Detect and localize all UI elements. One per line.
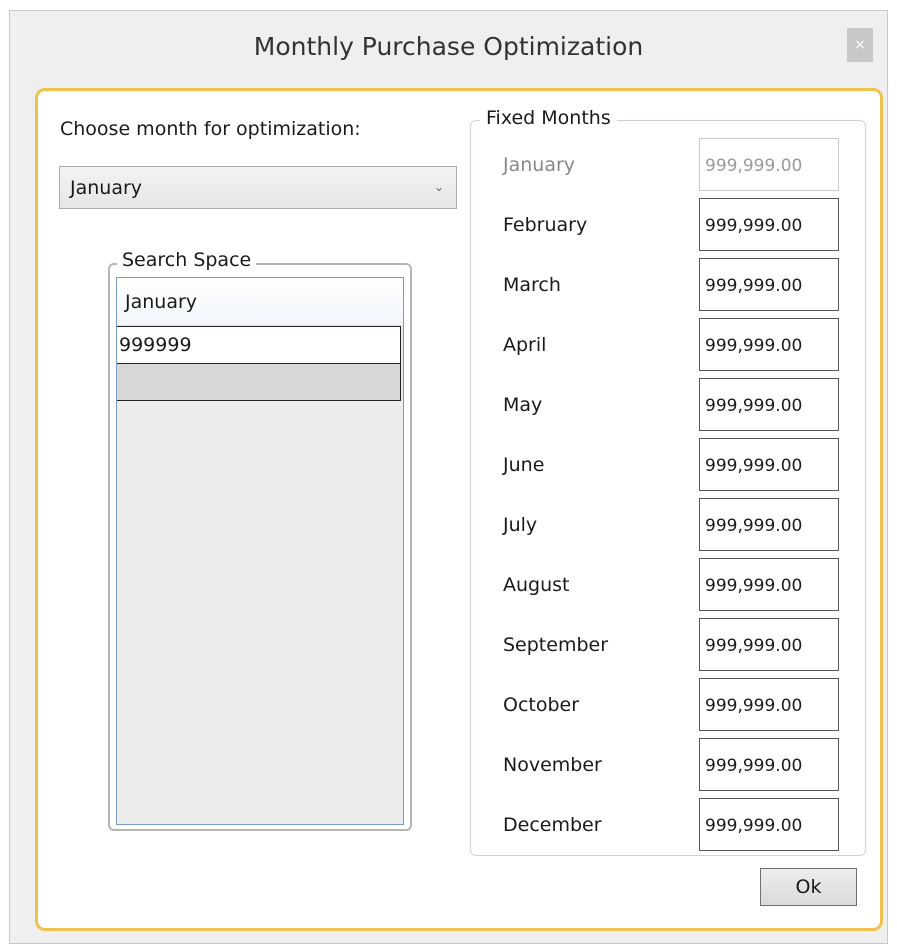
month-row-may: May (471, 376, 865, 436)
choose-month-label: Choose month for optimization: (60, 118, 361, 140)
month-label-january: January (503, 154, 576, 176)
month-row-february: February (471, 196, 865, 256)
month-row-november: November (471, 736, 865, 796)
month-label-february: February (503, 214, 588, 236)
month-label-july: July (503, 514, 538, 536)
month-label-may: May (503, 394, 543, 416)
month-input-september[interactable] (699, 618, 839, 671)
ok-button[interactable]: Ok (760, 868, 857, 906)
grid-column-header[interactable]: January (117, 278, 403, 326)
month-label-november: November (503, 754, 602, 776)
month-input-july[interactable] (699, 498, 839, 551)
month-input-january (699, 138, 839, 191)
month-row-january: January (471, 136, 865, 196)
fixed-months-legend: Fixed Months (480, 107, 617, 129)
month-input-june[interactable] (699, 438, 839, 491)
month-row-august: August (471, 556, 865, 616)
month-label-march: March (503, 274, 561, 296)
month-input-february[interactable] (699, 198, 839, 251)
content-panel: Choose month for optimization: January ⌄… (35, 88, 883, 931)
month-row-march: March (471, 256, 865, 316)
month-input-may[interactable] (699, 378, 839, 431)
grid-row[interactable]: 999999 (117, 326, 401, 364)
month-combobox[interactable]: January ⌄ (59, 166, 457, 209)
month-label-august: August (503, 574, 570, 596)
month-label-december: December (503, 814, 602, 836)
month-input-march[interactable] (699, 258, 839, 311)
close-button[interactable]: × (847, 28, 873, 62)
search-space-legend: Search Space (117, 249, 257, 271)
dialog-window: Monthly Purchase Optimization × Choose m… (9, 10, 888, 944)
month-label-april: April (503, 334, 547, 356)
month-row-december: December (471, 796, 865, 854)
month-input-december[interactable] (699, 798, 839, 851)
search-space-grid[interactable]: January 999999 (116, 277, 404, 825)
month-row-september: September (471, 616, 865, 676)
month-input-october[interactable] (699, 678, 839, 731)
month-row-july: July (471, 496, 865, 556)
month-label-june: June (503, 454, 545, 476)
window-title: Monthly Purchase Optimization (253, 32, 644, 61)
grid-new-row[interactable] (117, 363, 401, 401)
fixed-months-list: January February March April May June (471, 136, 865, 854)
month-input-august[interactable] (699, 558, 839, 611)
month-input-april[interactable] (699, 318, 839, 371)
month-combobox-value: January (70, 177, 143, 199)
month-row-june: June (471, 436, 865, 496)
month-label-october: October (503, 694, 580, 716)
month-row-april: April (471, 316, 865, 376)
close-icon: × (854, 37, 866, 53)
month-input-november[interactable] (699, 738, 839, 791)
chevron-down-icon: ⌄ (433, 180, 444, 194)
month-row-october: October (471, 676, 865, 736)
month-label-september: September (503, 634, 609, 656)
